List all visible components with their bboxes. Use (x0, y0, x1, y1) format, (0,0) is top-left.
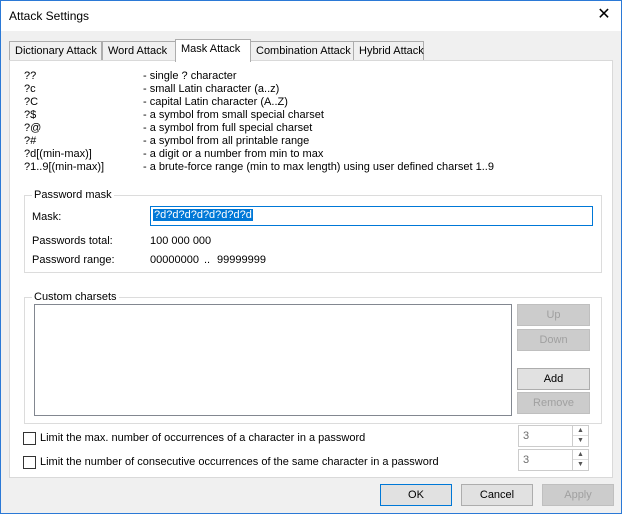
reference-code: ?# (24, 135, 37, 147)
reference-code: ?1..9[(min-max)] (24, 161, 105, 173)
spin-up-icon[interactable]: ▲ (573, 426, 588, 436)
mask-attack-panel: ?? - single ? character ?c - small Latin… (9, 60, 613, 478)
tab-word-attack[interactable]: Word Attack (102, 41, 176, 61)
limit-consecutive-checkbox[interactable] (23, 456, 36, 469)
password-range-separator: .. (204, 254, 211, 266)
reference-desc: - a brute-force range (min to max length… (143, 161, 494, 173)
reference-code: ?? (24, 70, 37, 82)
tab-dictionary-attack[interactable]: Dictionary Attack (9, 41, 102, 61)
passwords-total-label: Passwords total: (32, 235, 113, 247)
tab-label: Dictionary Attack (15, 45, 97, 57)
dialog-footer: OK Cancel Apply (1, 479, 621, 513)
reference-code: ?$ (24, 109, 37, 121)
reference-desc: - single ? character (143, 70, 237, 82)
reference-desc: - small Latin character (a..z) (143, 83, 280, 95)
password-mask-legend: Password mask (32, 189, 114, 201)
reference-desc: - a digit or a number from min to max (143, 148, 324, 160)
apply-button[interactable]: Apply (542, 484, 614, 506)
limit-max-occurrences-checkbox[interactable] (23, 432, 36, 445)
reference-desc: - a symbol from all printable range (143, 135, 310, 147)
custom-charsets-list[interactable] (34, 304, 512, 416)
tab-label: Mask Attack (181, 43, 241, 55)
reference-code: ?d[(min-max)] (24, 148, 92, 160)
reference-desc: - capital Latin character (A..Z) (143, 96, 288, 108)
title-bar: Attack Settings ✕ (1, 1, 621, 31)
custom-charsets-legend: Custom charsets (32, 291, 119, 303)
consecutive-spinner[interactable]: 3 ▲ ▼ (518, 449, 589, 471)
password-range-to: 99999999 (217, 254, 266, 266)
mask-input-value: ?d?d?d?d?d?d?d?d (153, 209, 253, 221)
max-occurrences-spinner[interactable]: 3 ▲ ▼ (518, 425, 589, 447)
window-title: Attack Settings (9, 9, 90, 23)
spin-down-icon[interactable]: ▼ (573, 436, 588, 446)
mask-input[interactable]: ?d?d?d?d?d?d?d?d (150, 206, 593, 226)
password-range-label: Password range: (32, 254, 115, 266)
spinner-buttons: ▲ ▼ (572, 426, 588, 446)
mask-label: Mask: (32, 211, 62, 223)
password-range-from: 00000000 (150, 254, 199, 266)
spin-down-icon[interactable]: ▼ (573, 460, 588, 470)
passwords-total-value: 100 000 000 (150, 235, 212, 247)
tab-combination-attack[interactable]: Combination Attack (250, 41, 354, 61)
cancel-button[interactable]: Cancel (461, 484, 533, 506)
spinner-buttons: ▲ ▼ (572, 450, 588, 470)
up-button[interactable]: Up (517, 304, 590, 326)
spin-up-icon[interactable]: ▲ (573, 450, 588, 460)
reference-desc: - a symbol from full special charset (143, 122, 313, 134)
tab-mask-attack[interactable]: Mask Attack (175, 39, 251, 62)
limit-consecutive-label: Limit the number of consecutive occurren… (40, 456, 439, 468)
ok-button[interactable]: OK (380, 484, 452, 506)
reference-desc: - a symbol from small special charset (143, 109, 324, 121)
down-button[interactable]: Down (517, 329, 590, 351)
reference-code: ?c (24, 83, 36, 95)
limit-max-occurrences-label: Limit the max. number of occurrences of … (40, 432, 366, 444)
tab-label: Word Attack (108, 45, 168, 57)
attack-settings-dialog: Attack Settings ✕ Dictionary Attack Word… (0, 0, 622, 514)
close-icon[interactable]: ✕ (595, 6, 613, 24)
reference-code: ?C (24, 96, 39, 108)
tab-hybrid-attack[interactable]: Hybrid Attack (353, 41, 424, 61)
add-button[interactable]: Add (517, 368, 590, 390)
tab-label: Combination Attack (256, 45, 351, 57)
reference-code: ?@ (24, 122, 42, 134)
consecutive-value: 3 (523, 454, 530, 466)
max-occurrences-value: 3 (523, 430, 530, 442)
tab-label: Hybrid Attack (359, 45, 424, 57)
remove-button[interactable]: Remove (517, 392, 590, 414)
